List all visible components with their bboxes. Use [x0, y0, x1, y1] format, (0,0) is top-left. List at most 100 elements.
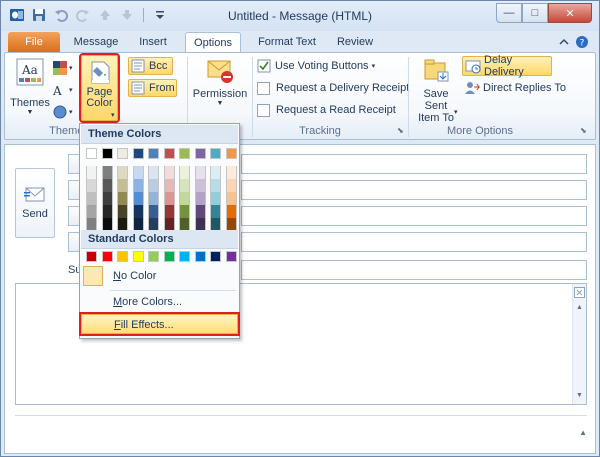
color-swatch[interactable] — [210, 251, 221, 262]
color-swatch[interactable] — [117, 166, 128, 179]
color-swatch[interactable] — [210, 166, 221, 179]
color-swatch[interactable] — [194, 166, 206, 179]
subject-field[interactable] — [241, 260, 587, 280]
cc-field[interactable] — [241, 180, 587, 200]
color-swatch[interactable] — [163, 251, 175, 262]
color-swatch[interactable] — [194, 192, 206, 205]
color-swatch[interactable] — [163, 192, 175, 205]
color-swatch[interactable] — [179, 205, 190, 218]
to-field[interactable] — [241, 154, 587, 174]
color-swatch[interactable] — [225, 166, 237, 179]
color-swatch[interactable] — [117, 205, 128, 218]
color-swatch[interactable] — [148, 205, 159, 218]
color-swatch[interactable] — [132, 179, 144, 192]
color-swatch[interactable] — [210, 205, 221, 218]
from-field[interactable] — [241, 232, 587, 252]
color-swatch[interactable] — [163, 148, 175, 159]
tab-options[interactable]: Options — [185, 32, 241, 53]
color-swatch[interactable] — [148, 148, 159, 159]
tab-format-text[interactable]: Format Text — [251, 32, 323, 53]
color-swatch[interactable] — [86, 179, 97, 192]
color-swatch[interactable] — [101, 179, 113, 192]
color-swatch[interactable] — [225, 148, 237, 159]
request-delivery-receipt-checkbox[interactable]: Request a Delivery Receipt — [257, 79, 409, 97]
color-swatch[interactable] — [179, 251, 190, 262]
send-button[interactable]: Send — [15, 168, 55, 238]
color-swatch[interactable] — [179, 179, 190, 192]
scroll-up-icon[interactable]: ▲ — [573, 301, 586, 314]
color-swatch[interactable] — [101, 192, 113, 205]
color-swatch[interactable] — [148, 166, 159, 179]
direct-replies-to-button[interactable]: Direct Replies To — [464, 79, 566, 97]
color-swatch[interactable] — [86, 166, 97, 179]
bcc-field[interactable] — [241, 206, 587, 226]
theme-effects-button[interactable]: ▾ — [53, 103, 75, 121]
minimize-button[interactable]: — — [496, 3, 522, 23]
color-swatch[interactable] — [132, 148, 144, 159]
color-swatch[interactable] — [117, 179, 128, 192]
color-swatch[interactable] — [179, 192, 190, 205]
color-swatch[interactable] — [101, 205, 113, 218]
more-options-launcher-icon[interactable]: ⬊ — [580, 126, 587, 135]
vertical-scrollbar[interactable]: ▲ ▼ — [572, 284, 586, 404]
scroll-down-icon[interactable]: ▼ — [573, 389, 586, 402]
color-swatch[interactable] — [163, 205, 175, 218]
theme-fonts-button[interactable]: A ▾ — [53, 81, 75, 99]
no-color-label: o Color — [120, 270, 157, 282]
expand-icon[interactable]: ▲ — [579, 428, 587, 437]
maximize-button[interactable]: □ — [522, 3, 548, 23]
color-swatch[interactable] — [86, 192, 97, 205]
ruler-toggle-icon[interactable] — [573, 286, 586, 299]
color-swatch[interactable] — [225, 179, 237, 192]
color-swatch[interactable] — [225, 251, 237, 262]
color-swatch[interactable] — [101, 166, 113, 179]
color-swatch[interactable] — [86, 251, 97, 262]
color-swatch[interactable] — [117, 192, 128, 205]
color-swatch[interactable] — [210, 179, 221, 192]
color-swatch[interactable] — [194, 251, 206, 262]
tab-message[interactable]: Message — [71, 32, 121, 53]
themes-button[interactable]: Aa Themes ▼ — [10, 57, 50, 119]
fill-effects-option[interactable]: Fill Effects... — [79, 312, 240, 336]
color-swatch[interactable] — [148, 192, 159, 205]
color-swatch[interactable] — [163, 179, 175, 192]
color-swatch[interactable] — [86, 205, 97, 218]
tab-insert[interactable]: Insert — [131, 32, 175, 53]
request-read-receipt-checkbox[interactable]: Request a Read Receipt — [257, 101, 396, 119]
tracking-launcher-icon[interactable]: ⬊ — [397, 126, 404, 135]
color-swatch[interactable] — [148, 251, 159, 262]
color-swatch[interactable] — [194, 179, 206, 192]
close-button[interactable]: ✕ — [548, 3, 592, 23]
no-color-option[interactable]: No Color — [81, 266, 238, 286]
color-swatch[interactable] — [132, 166, 144, 179]
tab-file[interactable]: File — [8, 32, 60, 53]
theme-colors-button[interactable]: ▾ — [53, 59, 75, 77]
color-swatch[interactable] — [163, 166, 175, 179]
color-swatch[interactable] — [225, 205, 237, 218]
permission-button[interactable]: Permission ▼ — [191, 57, 249, 117]
color-swatch[interactable] — [179, 148, 190, 159]
from-button[interactable]: From — [128, 79, 177, 97]
color-swatch[interactable] — [210, 192, 221, 205]
help-icon[interactable]: ? — [575, 35, 589, 49]
color-swatch[interactable] — [225, 192, 237, 205]
color-swatch[interactable] — [148, 179, 159, 192]
color-swatch[interactable] — [132, 192, 144, 205]
delay-delivery-button[interactable]: Delay Delivery — [462, 54, 552, 78]
collapse-ribbon-icon[interactable] — [557, 35, 571, 49]
color-swatch[interactable] — [117, 251, 128, 262]
color-swatch[interactable] — [194, 205, 206, 218]
color-swatch[interactable] — [86, 148, 97, 159]
color-swatch[interactable] — [194, 148, 206, 159]
color-swatch[interactable] — [132, 251, 144, 262]
color-swatch[interactable] — [101, 251, 113, 262]
tab-review[interactable]: Review — [331, 32, 379, 53]
color-swatch[interactable] — [210, 148, 221, 159]
more-colors-option[interactable]: More Colors... — [81, 292, 238, 312]
bcc-button[interactable]: Bcc — [128, 57, 173, 75]
color-swatch[interactable] — [132, 205, 144, 218]
use-voting-buttons-button[interactable]: Use Voting Buttons ▾ — [257, 57, 375, 75]
color-swatch[interactable] — [117, 148, 128, 159]
color-swatch[interactable] — [179, 166, 190, 179]
color-swatch[interactable] — [101, 148, 113, 159]
